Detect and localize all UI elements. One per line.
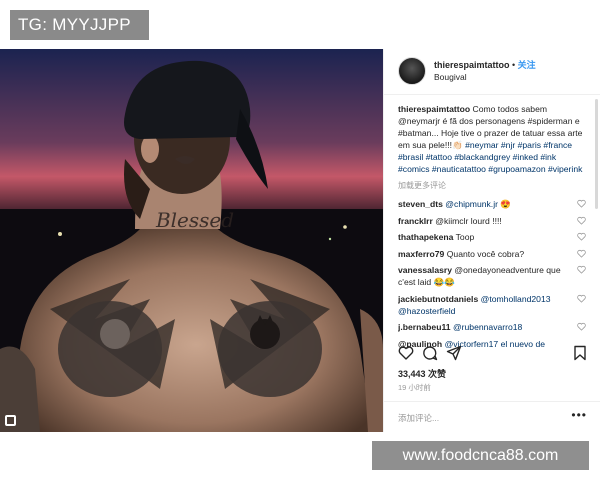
small-heart-icon[interactable] — [577, 294, 586, 303]
comments-scrollbar[interactable] — [595, 99, 598, 209]
comment-item: vanessalasry @onedayoneadventure que c'e… — [398, 264, 588, 288]
square-icon — [5, 415, 16, 426]
small-heart-icon[interactable] — [577, 265, 586, 274]
small-heart-icon[interactable] — [577, 249, 586, 258]
instagram-post: Blessed thierespaimtattoo • 关注 Bougival … — [0, 49, 600, 432]
comment-user[interactable]: j.bernabeu11 — [398, 322, 451, 332]
comment-user[interactable]: maxferro79 — [398, 249, 444, 259]
comment-item: maxferro79 Quanto você cobra? — [398, 248, 588, 260]
add-comment-bar: 添加评论... ••• — [384, 401, 600, 432]
avatar[interactable] — [398, 57, 426, 85]
more-options-button[interactable]: ••• — [571, 408, 587, 422]
post-location[interactable]: Bougival — [434, 72, 467, 82]
comments-list: thierespaimtattoo Como todos sabem @neym… — [398, 103, 588, 380]
small-heart-icon[interactable] — [577, 199, 586, 208]
post-photo[interactable]: Blessed — [0, 49, 383, 432]
comment-item: franckIrr @kiimclr lourd !!!! — [398, 215, 588, 227]
comment-item: jackiebutnotdaniels @tomholland2013 @haz… — [398, 293, 588, 317]
tattoo-text: Blessed — [155, 208, 234, 232]
comment-item: steven_dts @chipmunk.jr 😍 — [398, 198, 588, 210]
heart-icon[interactable] — [398, 345, 414, 361]
comment-item: j.bernabeu11 @rubennavarro18 — [398, 321, 588, 333]
caption-username[interactable]: thierespaimtattoo — [398, 104, 470, 114]
small-heart-icon[interactable] — [577, 216, 586, 225]
header-username[interactable]: thierespaimtattoo — [434, 60, 510, 70]
comment-icon[interactable] — [422, 345, 438, 361]
comment-text: @rubennavarro18 — [452, 322, 523, 332]
header-user-line: thierespaimtattoo • 关注 — [434, 58, 536, 71]
post-side-panel: thierespaimtattoo • 关注 Bougival thieresp… — [383, 49, 600, 432]
share-icon[interactable] — [446, 345, 462, 361]
comment-user[interactable]: steven_dts — [398, 199, 443, 209]
load-more-comments[interactable]: 加载更多评论 — [398, 180, 588, 191]
comment-text: Quanto você cobra? — [446, 248, 525, 259]
add-comment-input[interactable]: 添加评论... — [398, 412, 439, 424]
comment-text: Toop — [455, 232, 475, 242]
photo-illustration: Blessed — [0, 49, 383, 432]
follow-button[interactable]: 关注 — [518, 60, 536, 70]
comment-user[interactable]: franckIrr — [398, 216, 433, 226]
post-actions — [398, 345, 588, 363]
comment-user[interactable]: thathapekena — [398, 232, 453, 242]
small-heart-icon[interactable] — [577, 322, 586, 331]
comment-text: @chipmunk.jr 😍 — [445, 199, 512, 209]
post-time: 19 小时前 — [398, 383, 431, 392]
header-separator: • — [509, 60, 518, 70]
comment-user[interactable]: vanessalasry — [398, 265, 452, 275]
comment-item: thathapekena Toop — [398, 231, 588, 243]
post-header: thierespaimtattoo • 关注 Bougival — [384, 49, 600, 95]
comment-text: @kiimclr lourd !!!! — [435, 215, 502, 226]
watermark: www.foodcnca88.com — [372, 441, 589, 470]
tg-label: TG: MYYJJPP — [10, 10, 149, 40]
comment-user[interactable]: jackiebutnotdaniels — [398, 294, 478, 304]
post-caption: thierespaimtattoo Como todos sabem @neym… — [398, 103, 588, 175]
small-heart-icon[interactable] — [577, 232, 586, 241]
bookmark-icon[interactable] — [572, 345, 588, 361]
like-count[interactable]: 33,443 次赞 — [398, 367, 446, 380]
